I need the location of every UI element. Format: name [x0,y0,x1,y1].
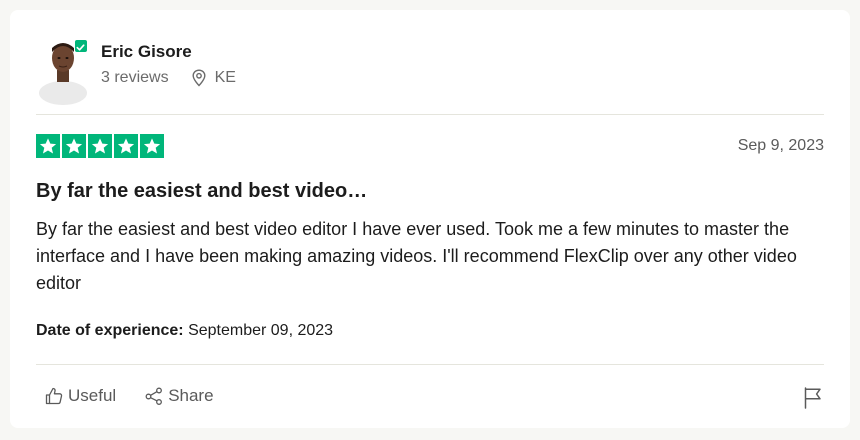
review-actions: Useful Share [44,386,214,406]
reviewer-name[interactable]: Eric Gisore [101,42,192,62]
reviews-count: 3 reviews [101,69,169,86]
share-icon [145,387,163,405]
share-label: Share [168,386,214,405]
divider [36,114,824,115]
country-code: KE [214,69,236,86]
check-icon [76,44,85,51]
location-pin-icon [192,69,206,87]
star-icon [140,134,164,158]
verified-badge [74,39,88,53]
divider [36,364,824,365]
useful-label: Useful [68,386,117,405]
reviewer-meta: 3 reviews KE [101,69,236,87]
star-icon [88,134,112,158]
star-icon [114,134,138,158]
share-button[interactable]: Share [144,386,214,406]
thumbs-up-icon [45,387,63,405]
experience-label: Date of experience: [36,322,184,339]
date-of-experience: Date of experience: September 09, 2023 [36,322,333,340]
flag-icon[interactable] [802,386,824,410]
star-icon [62,134,86,158]
review-card: Eric Gisore 3 reviews KE Sep 9, 2023 By … [10,10,850,428]
review-date: Sep 9, 2023 [737,137,824,154]
useful-button[interactable]: Useful [44,386,116,406]
review-body: By far the easiest and best video editor… [36,219,797,293]
star-rating [36,134,164,158]
experience-date: September 09, 2023 [188,322,334,339]
review-title[interactable]: By far the easiest and best video… [36,180,367,203]
star-icon [36,134,60,158]
